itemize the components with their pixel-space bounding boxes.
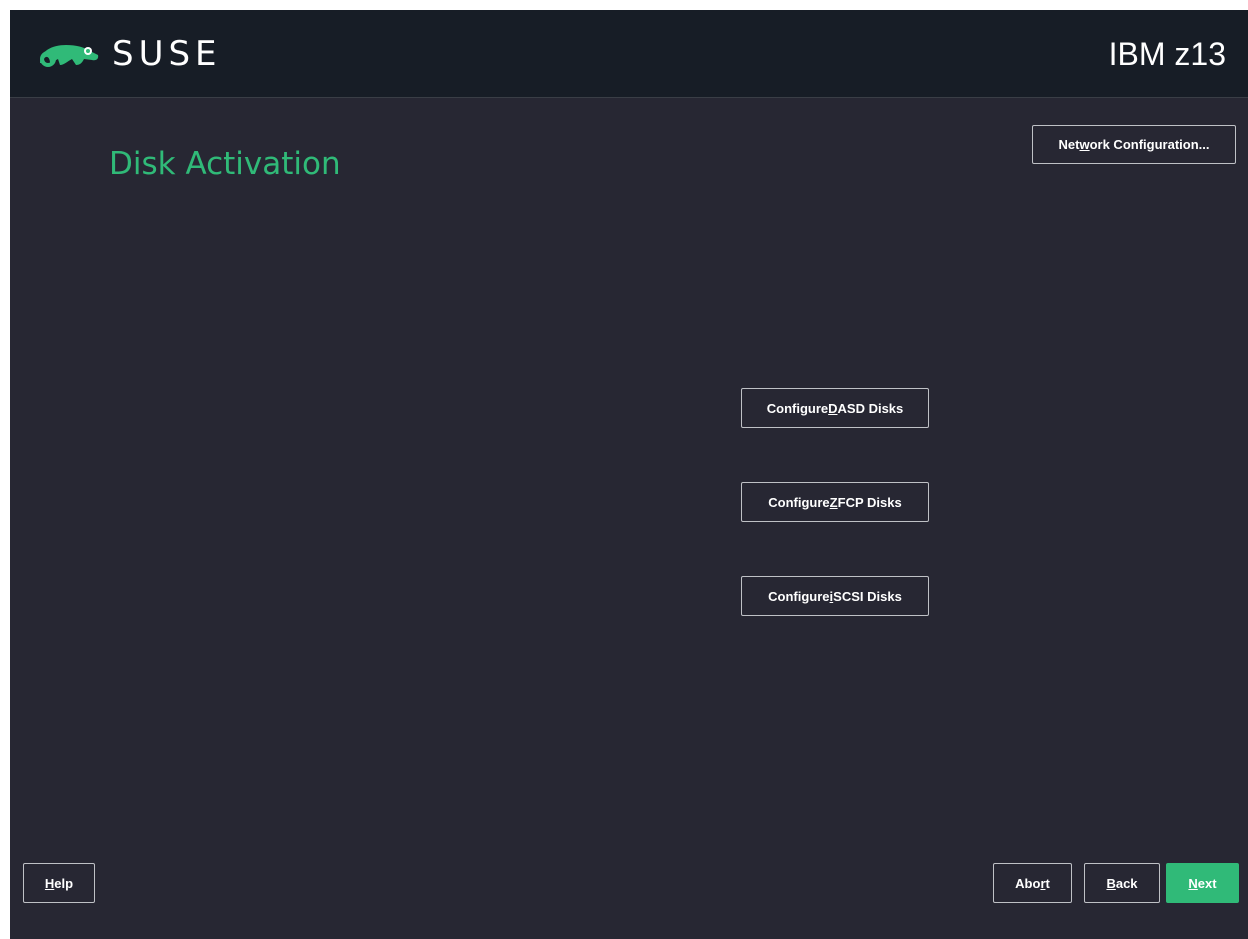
header-bar: SUSE IBM z13 (10, 10, 1248, 98)
button-label-post: t (1045, 875, 1050, 891)
button-label-post: ork Configuration... (1089, 137, 1210, 152)
mnemonic-key: D (828, 400, 838, 416)
next-button[interactable]: Next (1166, 863, 1239, 903)
configure-iscsi-disks-button[interactable]: Configure i SCSI Disks (741, 576, 929, 616)
brand-name: SUSE (112, 34, 222, 74)
machine-label: IBM z13 (1108, 36, 1226, 72)
button-label-post: elp (54, 875, 74, 891)
button-label-post: ext (1197, 875, 1217, 891)
button-label-pre: Net (1058, 137, 1080, 152)
button-label-pre: Abo (1015, 875, 1041, 891)
configure-zfcp-disks-button[interactable]: Configure Z FCP Disks (741, 482, 929, 522)
button-label-post: SCSI Disks (833, 588, 902, 604)
installer-window: SUSE IBM z13 Disk Activation Net w ork Con… (10, 10, 1248, 939)
configure-dasd-disks-button[interactable]: Configure D ASD Disks (741, 388, 929, 428)
page-title: Disk Activation (109, 146, 341, 182)
mnemonic-key: B (1106, 875, 1116, 891)
network-configuration-button[interactable]: Net w ork Configuration... (1032, 125, 1236, 164)
button-label-post: FCP Disks (837, 494, 902, 510)
chameleon-icon (40, 45, 99, 67)
suse-logo: SUSE (36, 33, 222, 75)
button-label-pre: Configure (768, 588, 830, 604)
button-label-post: ASD Disks (837, 400, 904, 416)
help-button[interactable]: Help (23, 863, 95, 903)
mnemonic-key: H (44, 875, 55, 891)
mnemonic-key: w (1079, 137, 1090, 152)
back-button[interactable]: Back (1084, 863, 1160, 903)
button-label-pre: Configure (768, 494, 830, 510)
abort-button[interactable]: Abo r t (993, 863, 1072, 903)
mnemonic-key: N (1188, 875, 1198, 891)
mnemonic-key: Z (829, 494, 838, 510)
button-label-pre: Configure (766, 400, 829, 416)
button-label-post: ack (1115, 875, 1138, 891)
